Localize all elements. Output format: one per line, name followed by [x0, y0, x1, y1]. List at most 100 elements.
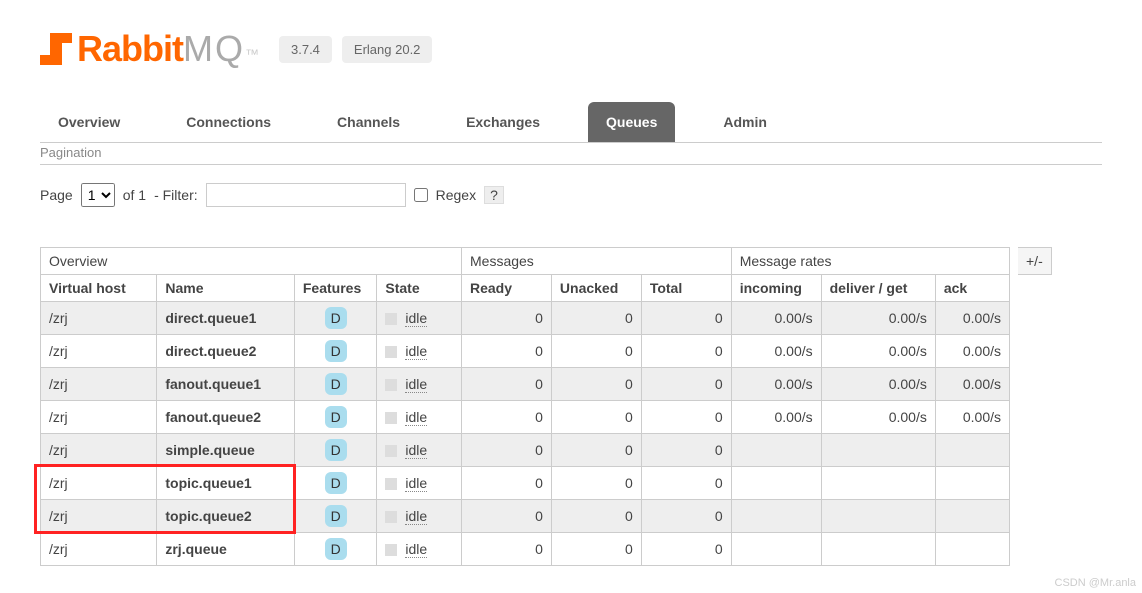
table-row: /zrjdirect.queue2Didle0000.00/s0.00/s0.0…	[41, 335, 1010, 368]
cell-state: idle	[377, 401, 462, 434]
cell-ready: 0	[462, 434, 552, 467]
regex-label: Regex	[436, 187, 476, 203]
cell-name[interactable]: direct.queue1	[157, 302, 295, 335]
header-unacked[interactable]: Unacked	[551, 275, 641, 302]
cell-ready: 0	[462, 467, 552, 500]
cell-ready: 0	[462, 533, 552, 566]
cell-total: 0	[641, 335, 731, 368]
header-state: State	[377, 275, 462, 302]
filter-label: - Filter:	[154, 187, 198, 203]
state-icon	[385, 313, 397, 325]
cell-state: idle	[377, 368, 462, 401]
tab-overview[interactable]: Overview	[40, 102, 138, 142]
cell-deliver	[821, 434, 935, 467]
cell-ack: 0.00/s	[935, 401, 1009, 434]
state-icon	[385, 511, 397, 523]
cell-name[interactable]: topic.queue2	[157, 500, 295, 533]
cell-vhost: /zrj	[41, 368, 157, 401]
regex-checkbox[interactable]	[414, 188, 428, 202]
cell-incoming	[731, 434, 821, 467]
cell-state: idle	[377, 302, 462, 335]
cell-name[interactable]: direct.queue2	[157, 335, 295, 368]
cell-name[interactable]: simple.queue	[157, 434, 295, 467]
state-icon	[385, 544, 397, 556]
cell-deliver: 0.00/s	[821, 401, 935, 434]
cell-name[interactable]: fanout.queue1	[157, 368, 295, 401]
durable-badge: D	[325, 406, 347, 428]
cell-vhost: /zrj	[41, 434, 157, 467]
logo: RabbitMQ™	[40, 28, 259, 70]
tab-exchanges[interactable]: Exchanges	[448, 102, 558, 142]
cell-vhost: /zrj	[41, 467, 157, 500]
state-icon	[385, 346, 397, 358]
state-icon	[385, 445, 397, 457]
page-label: Page	[40, 187, 73, 203]
cell-ack: 0.00/s	[935, 302, 1009, 335]
logo-text-mq: MQ	[183, 28, 245, 70]
cell-state: idle	[377, 335, 462, 368]
logo-tm: ™	[245, 46, 259, 62]
durable-badge: D	[325, 505, 347, 527]
tab-admin[interactable]: Admin	[705, 102, 785, 142]
table-row: /zrjtopic.queue2Didle000	[41, 500, 1010, 533]
table-row: /zrjfanout.queue2Didle0000.00/s0.00/s0.0…	[41, 401, 1010, 434]
tab-channels[interactable]: Channels	[319, 102, 418, 142]
durable-badge: D	[325, 373, 347, 395]
cell-state: idle	[377, 467, 462, 500]
cell-state: idle	[377, 434, 462, 467]
table-row: /zrjzrj.queueDidle000	[41, 533, 1010, 566]
cell-incoming	[731, 467, 821, 500]
cell-deliver: 0.00/s	[821, 368, 935, 401]
cell-unacked: 0	[551, 401, 641, 434]
durable-badge: D	[325, 472, 347, 494]
header-name[interactable]: Name	[157, 275, 295, 302]
cell-name[interactable]: topic.queue1	[157, 467, 295, 500]
cell-deliver: 0.00/s	[821, 302, 935, 335]
header-deliver[interactable]: deliver / get	[821, 275, 935, 302]
cell-total: 0	[641, 533, 731, 566]
cell-unacked: 0	[551, 533, 641, 566]
tab-connections[interactable]: Connections	[168, 102, 289, 142]
durable-badge: D	[325, 307, 347, 329]
header-incoming[interactable]: incoming	[731, 275, 821, 302]
filter-input[interactable]	[206, 183, 406, 207]
header-ack[interactable]: ack	[935, 275, 1009, 302]
page-select[interactable]: 1	[81, 183, 115, 207]
header-vhost[interactable]: Virtual host	[41, 275, 157, 302]
header-group-overview: Overview	[41, 248, 462, 275]
cell-total: 0	[641, 500, 731, 533]
cell-ack	[935, 500, 1009, 533]
cell-ack: 0.00/s	[935, 335, 1009, 368]
cell-incoming	[731, 500, 821, 533]
tab-queues[interactable]: Queues	[588, 102, 675, 142]
header-total[interactable]: Total	[641, 275, 731, 302]
pagination-section-title: Pagination	[40, 145, 1102, 165]
durable-badge: D	[325, 538, 347, 560]
regex-help-icon[interactable]: ?	[484, 186, 504, 204]
cell-total: 0	[641, 467, 731, 500]
cell-vhost: /zrj	[41, 302, 157, 335]
cell-incoming: 0.00/s	[731, 401, 821, 434]
cell-features: D	[294, 368, 377, 401]
cell-name[interactable]: zrj.queue	[157, 533, 295, 566]
header-ready[interactable]: Ready	[462, 275, 552, 302]
cell-total: 0	[641, 302, 731, 335]
cell-incoming: 0.00/s	[731, 335, 821, 368]
state-icon	[385, 412, 397, 424]
table-row: /zrjfanout.queue1Didle0000.00/s0.00/s0.0…	[41, 368, 1010, 401]
cell-incoming: 0.00/s	[731, 368, 821, 401]
cell-features: D	[294, 500, 377, 533]
cell-state: idle	[377, 500, 462, 533]
queues-table: Overview Messages Message rates Virtual …	[40, 247, 1010, 566]
cell-ready: 0	[462, 302, 552, 335]
cell-ready: 0	[462, 401, 552, 434]
cell-ack: 0.00/s	[935, 368, 1009, 401]
cell-name[interactable]: fanout.queue2	[157, 401, 295, 434]
cell-total: 0	[641, 434, 731, 467]
durable-badge: D	[325, 340, 347, 362]
cell-ack	[935, 467, 1009, 500]
cell-unacked: 0	[551, 368, 641, 401]
columns-toggle-button[interactable]: +/-	[1018, 247, 1052, 275]
rabbitmq-icon	[40, 33, 72, 65]
header-features: Features	[294, 275, 377, 302]
